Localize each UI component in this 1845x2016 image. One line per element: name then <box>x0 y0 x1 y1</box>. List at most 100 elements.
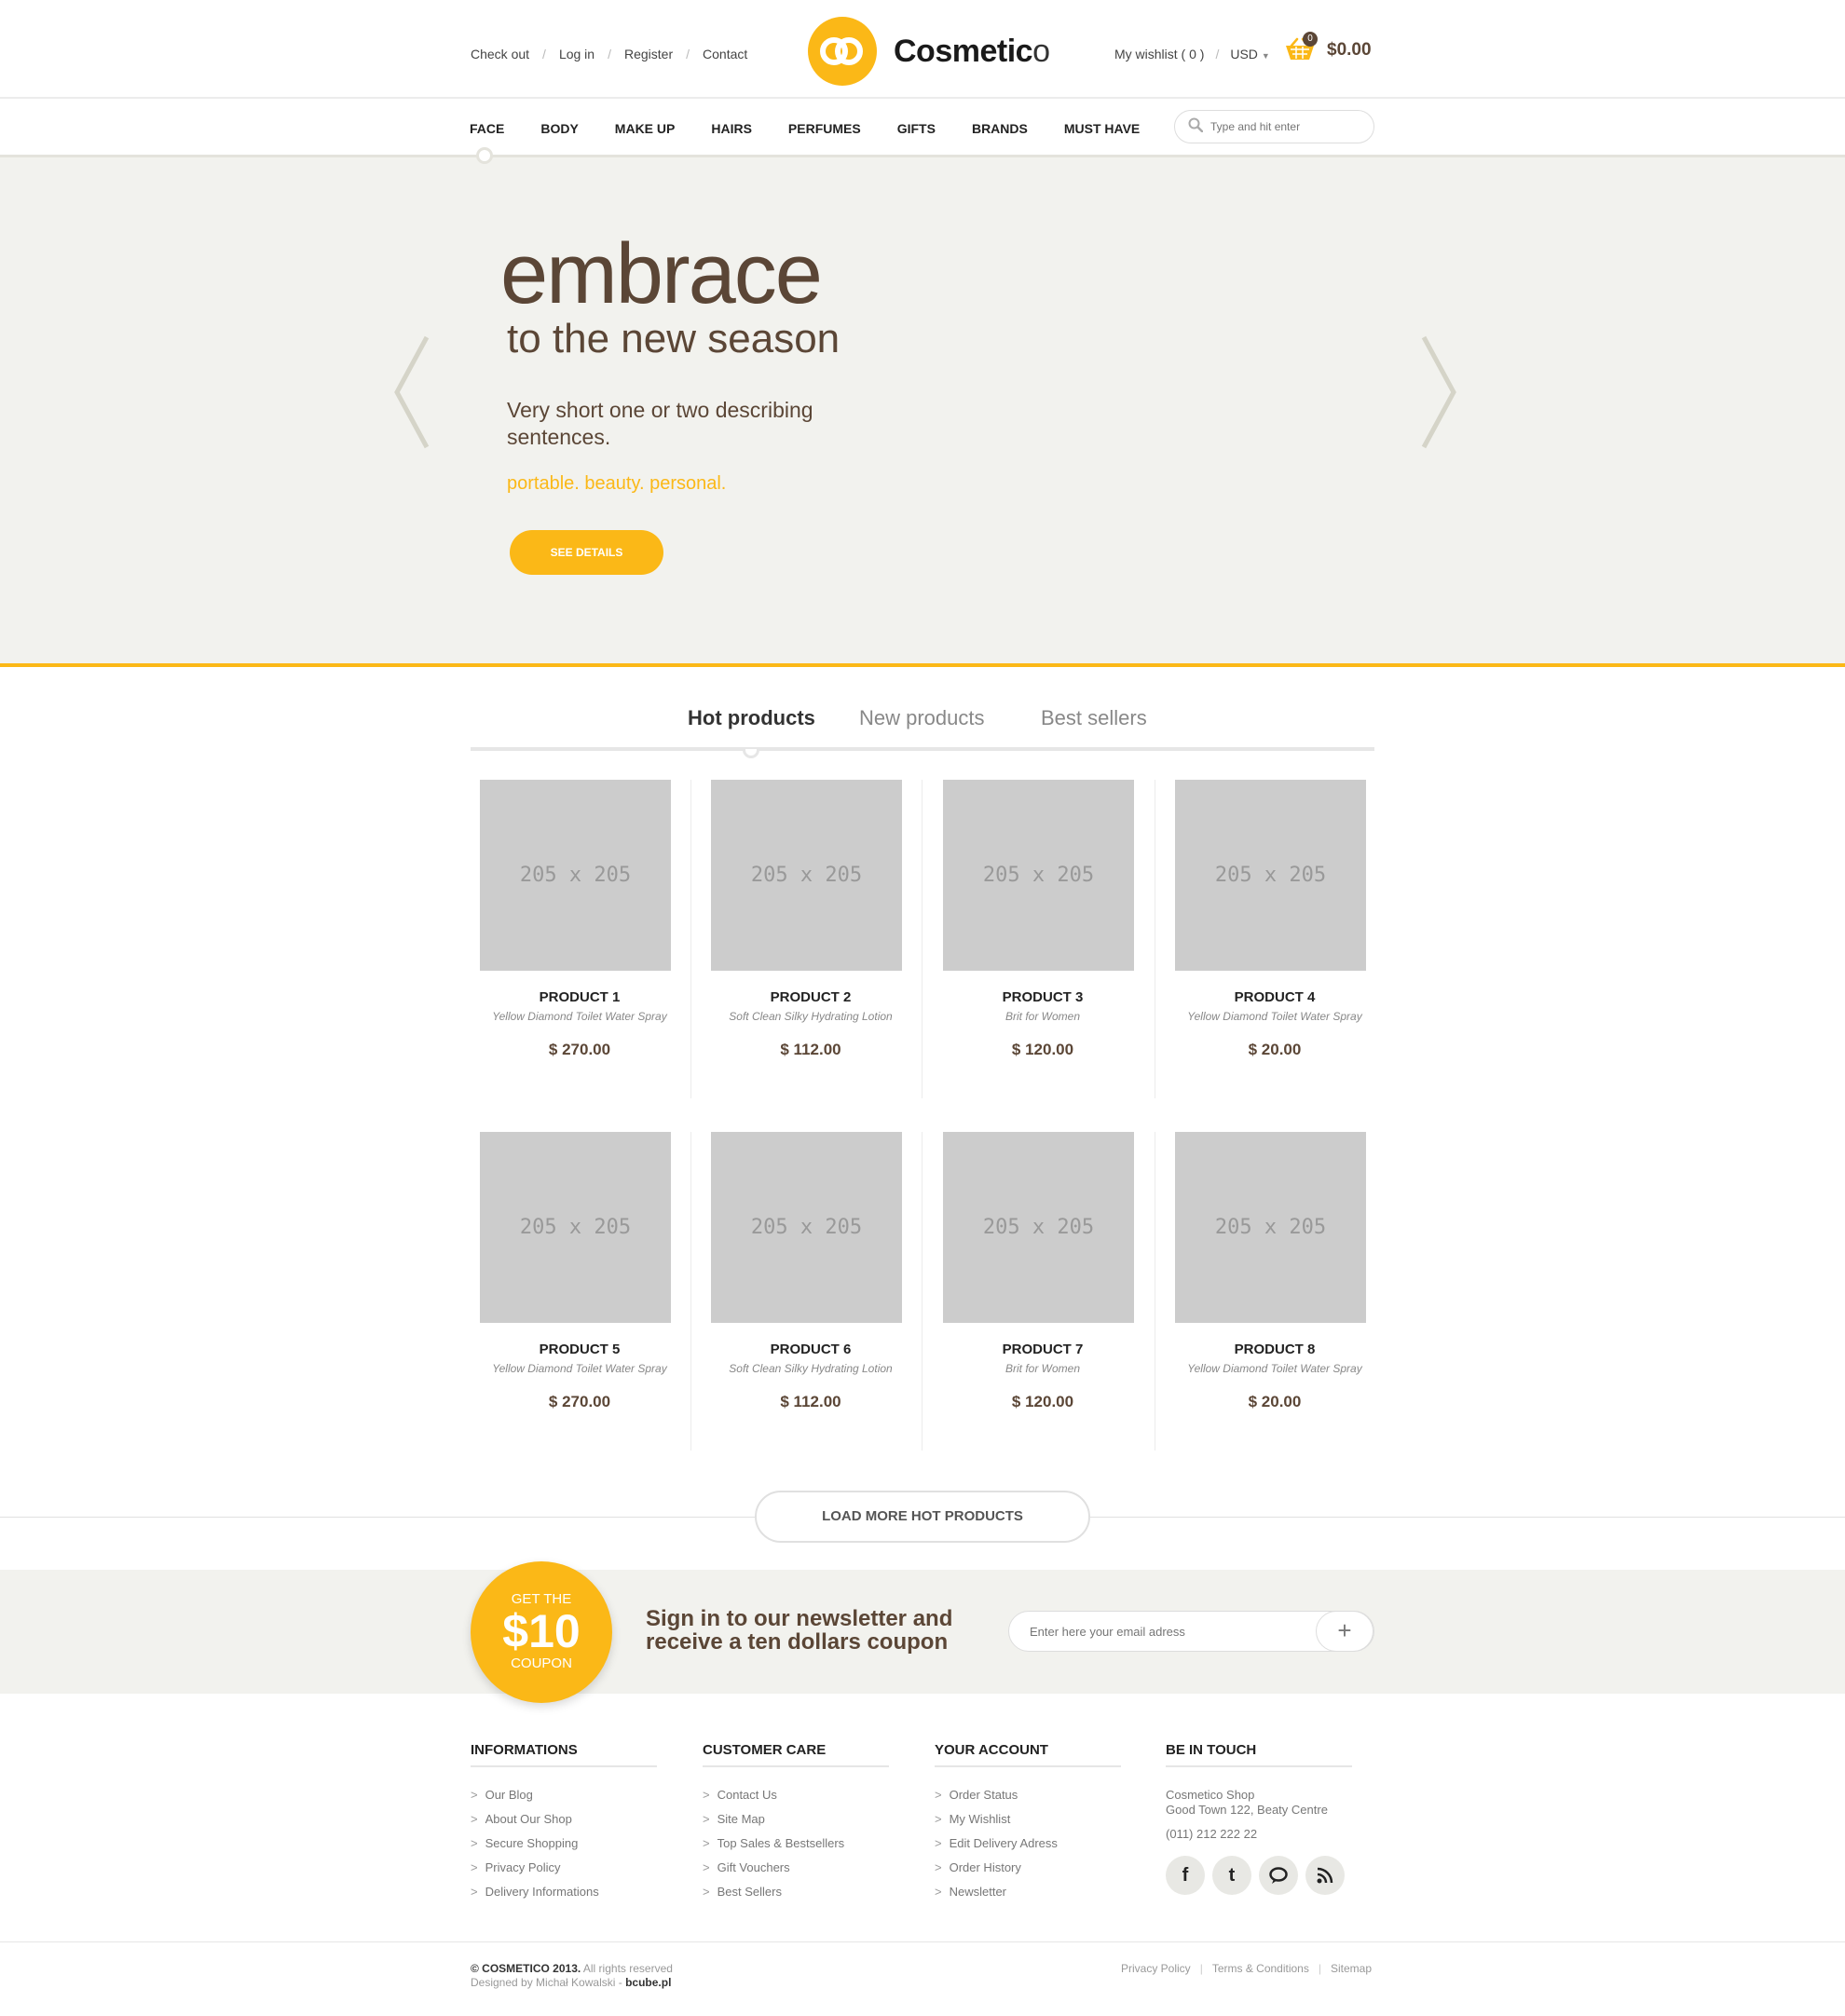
footer-link[interactable]: > Order Status <box>935 1788 1121 1812</box>
footer-customer-care: CUSTOMER CARE > Contact Us > Site Map > Top… <box>703 1742 889 1909</box>
product-image[interactable]: 205 x 205 <box>711 780 902 971</box>
footer-heading: CUSTOMER CARE <box>703 1742 889 1767</box>
footer-link[interactable]: > Privacy Policy <box>471 1860 657 1885</box>
see-details-button[interactable]: SEE DETAILS <box>510 530 663 575</box>
product-price: $ 270.00 <box>548 1041 611 1058</box>
hero-subtitle: to the new season <box>507 316 840 361</box>
product-image[interactable]: 205 x 205 <box>480 780 671 971</box>
nav-item-face[interactable]: FACE <box>470 121 504 136</box>
footer-link[interactable]: > Newsletter <box>935 1885 1121 1909</box>
footer-link[interactable]: > Delivery Informations <box>471 1885 657 1909</box>
hero-tagline: portable. beauty. personal. <box>507 473 727 494</box>
footer-link[interactable]: > Secure Shopping <box>471 1836 657 1860</box>
newsletter-text: Sign in to our newsletter and receive a … <box>646 1606 953 1655</box>
separator: | <box>1318 1962 1321 1975</box>
product-name[interactable]: PRODUCT 7 <box>935 1342 1151 1357</box>
product-image[interactable]: 205 x 205 <box>943 1132 1134 1323</box>
product-name[interactable]: PRODUCT 8 <box>1167 1342 1383 1357</box>
product-price: $ 120.00 <box>1011 1041 1074 1058</box>
product-price: $ 20.00 <box>1248 1041 1302 1058</box>
checkout-link[interactable]: Check out <box>471 47 529 61</box>
chat-icon[interactable] <box>1259 1856 1298 1895</box>
privacy-policy-link[interactable]: Privacy Policy <box>1121 1962 1191 1975</box>
product-description: Soft Clean Silky Hydrating Lotion <box>729 1362 893 1375</box>
product-name[interactable]: PRODUCT 5 <box>472 1342 688 1357</box>
logo[interactable]: Cosmetico <box>808 17 1050 86</box>
sitemap-link[interactable]: Sitemap <box>1331 1962 1372 1975</box>
footer-link[interactable]: > Site Map <box>703 1812 889 1836</box>
product-image[interactable]: 205 x 205 <box>480 1132 671 1323</box>
footer-link[interactable]: > About Our Shop <box>471 1812 657 1836</box>
terms-link[interactable]: Terms & Conditions <box>1212 1962 1309 1975</box>
product-price: $ 270.00 <box>548 1393 611 1410</box>
product-description: Brit for Women <box>1004 1362 1080 1375</box>
search-box <box>1174 110 1374 143</box>
product-image[interactable]: 205 x 205 <box>943 780 1134 971</box>
tab-best-sellers[interactable]: Best sellers <box>1041 706 1147 730</box>
nav-item-make-up[interactable]: MAKE UP <box>615 121 676 136</box>
tab-new-products[interactable]: New products <box>859 706 985 730</box>
product-card[interactable]: 205 x 205 PRODUCT 6 Soft Clean Silky Hyd… <box>703 1132 934 1453</box>
product-image[interactable]: 205 x 205 <box>1175 1132 1366 1323</box>
product-name[interactable]: PRODUCT 2 <box>703 989 919 1005</box>
footer-be-in-touch: BE IN TOUCH Cosmetico Shop Good Town 122… <box>1166 1742 1352 1895</box>
footer-link[interactable]: > Top Sales & Bestsellers <box>703 1836 889 1860</box>
product-card[interactable]: 205 x 205 PRODUCT 1 Yellow Diamond Toile… <box>472 780 703 1101</box>
tab-hot-products[interactable]: Hot products <box>688 706 815 730</box>
nav-item-brands[interactable]: BRANDS <box>972 121 1028 136</box>
coupon-label-bottom: COUPON <box>511 1655 572 1671</box>
rss-icon[interactable] <box>1305 1856 1345 1895</box>
nav-item-perfumes[interactable]: PERFUMES <box>788 121 861 136</box>
product-price: $ 20.00 <box>1248 1393 1302 1410</box>
product-name[interactable]: PRODUCT 4 <box>1167 989 1383 1005</box>
product-card[interactable]: 205 x 205 PRODUCT 4 Yellow Diamond Toile… <box>1167 780 1398 1101</box>
product-card[interactable]: 205 x 205 PRODUCT 7 Brit for Women $ 120… <box>935 1132 1166 1453</box>
tabs-underline <box>471 747 1374 751</box>
search-icon[interactable] <box>1188 117 1204 137</box>
footer-link[interactable]: > Contact Us <box>703 1788 889 1812</box>
newsletter-email-input[interactable] <box>1030 1624 1300 1639</box>
product-name[interactable]: PRODUCT 1 <box>472 989 688 1005</box>
product-image[interactable]: 205 x 205 <box>1175 780 1366 971</box>
cart[interactable]: 0 $0.00 <box>1284 32 1372 63</box>
product-image[interactable]: 205 x 205 <box>711 1132 902 1323</box>
slider-next-arrow-icon[interactable] <box>1414 334 1461 451</box>
slider-prev-arrow-icon[interactable] <box>390 334 436 451</box>
bottom-links: Privacy Policy | Terms & Conditions | Si… <box>1121 1962 1372 1975</box>
separator: | <box>1199 1962 1203 1975</box>
nav-item-gifts[interactable]: GIFTS <box>897 121 936 136</box>
nav-item-hairs[interactable]: HAIRS <box>711 121 752 136</box>
footer-link[interactable]: > Our Blog <box>471 1788 657 1812</box>
product-name[interactable]: PRODUCT 3 <box>935 989 1151 1005</box>
designer-link[interactable]: bcube.pl <box>625 1976 671 1989</box>
coupon-badge: GET THE $10 COUPON <box>471 1561 612 1703</box>
product-name[interactable]: PRODUCT 6 <box>703 1342 919 1357</box>
wishlist-link[interactable]: My wishlist ( 0 ) <box>1114 47 1204 61</box>
search-input[interactable] <box>1210 120 1360 133</box>
newsletter-form: + <box>1008 1611 1374 1652</box>
social-links: f t <box>1166 1856 1352 1895</box>
footer-link[interactable]: > Edit Delivery Adress <box>935 1836 1121 1860</box>
footer-link[interactable]: > Order History <box>935 1860 1121 1885</box>
footer-link[interactable]: > Gift Vouchers <box>703 1860 889 1885</box>
product-card[interactable]: 205 x 205 PRODUCT 2 Soft Clean Silky Hyd… <box>703 780 934 1101</box>
footer-link[interactable]: > My Wishlist <box>935 1812 1121 1836</box>
product-card[interactable]: 205 x 205 PRODUCT 8 Yellow Diamond Toile… <box>1167 1132 1398 1453</box>
newsletter-submit-button[interactable]: + <box>1316 1611 1374 1652</box>
login-link[interactable]: Log in <box>559 47 594 61</box>
nav-item-body[interactable]: BODY <box>540 121 578 136</box>
currency-select[interactable]: USD ▼ <box>1230 47 1269 61</box>
product-card[interactable]: 205 x 205 PRODUCT 5 Yellow Diamond Toile… <box>472 1132 703 1453</box>
product-card[interactable]: 205 x 205 PRODUCT 3 Brit for Women $ 120… <box>935 780 1166 1101</box>
product-price: $ 120.00 <box>1011 1393 1074 1410</box>
footer-link[interactable]: > Best Sellers <box>703 1885 889 1909</box>
copyright: © COSMETICO 2013. All rights reserved De… <box>471 1962 673 1989</box>
register-link[interactable]: Register <box>624 47 673 61</box>
basket-icon: 0 <box>1284 32 1318 63</box>
main-nav: FACE BODY MAKE UP HAIRS PERFUMES GIFTS B… <box>470 121 1176 136</box>
nav-item-must-have[interactable]: MUST HAVE <box>1064 121 1140 136</box>
twitter-icon[interactable]: t <box>1212 1856 1251 1895</box>
contact-link[interactable]: Contact <box>703 47 747 61</box>
load-more-button[interactable]: LOAD MORE HOT PRODUCTS <box>755 1491 1090 1543</box>
facebook-icon[interactable]: f <box>1166 1856 1205 1895</box>
